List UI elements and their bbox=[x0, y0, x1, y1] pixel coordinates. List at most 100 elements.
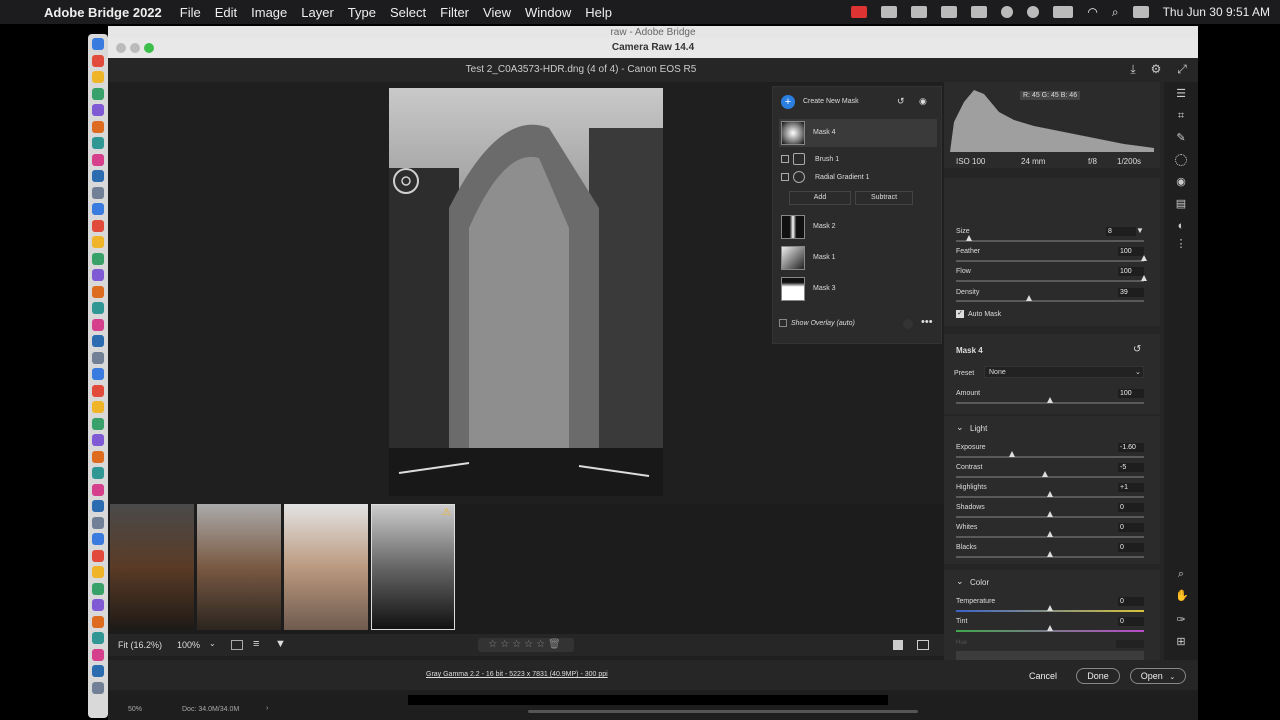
menu-filter[interactable]: Filter bbox=[440, 5, 469, 20]
dock-app-icon[interactable] bbox=[92, 500, 104, 512]
mask-item[interactable]: Mask 1 bbox=[779, 244, 937, 272]
film-thumbnail[interactable] bbox=[110, 504, 194, 630]
dock-app-icon[interactable] bbox=[92, 632, 104, 644]
tint-slider-thumb[interactable] bbox=[1047, 625, 1053, 631]
more-icon[interactable]: ••• bbox=[921, 316, 933, 328]
exposure-value[interactable]: -1.60 bbox=[1118, 443, 1144, 452]
record-icon[interactable] bbox=[851, 6, 868, 18]
shadows-slider-thumb[interactable] bbox=[1047, 511, 1053, 517]
blacks-slider-thumb[interactable] bbox=[1047, 551, 1053, 557]
film-thumbnail-selected[interactable]: ⚠ bbox=[371, 504, 455, 630]
dropbox-icon[interactable] bbox=[941, 6, 958, 18]
control-center-icon[interactable] bbox=[1132, 6, 1149, 18]
dock-app-icon[interactable] bbox=[92, 38, 104, 50]
masking-icon[interactable] bbox=[1175, 154, 1187, 166]
whites-slider-thumb[interactable] bbox=[1047, 531, 1053, 537]
blacks-value[interactable]: 0 bbox=[1118, 543, 1144, 552]
dock-app-icon[interactable] bbox=[92, 269, 104, 281]
zoom-button[interactable] bbox=[144, 43, 154, 53]
flow-slider[interactable] bbox=[956, 280, 1144, 282]
preset-dropdown[interactable]: None ⌄ bbox=[984, 366, 1144, 378]
filter-icon[interactable]: ▼ bbox=[275, 638, 286, 650]
dock-app-icon[interactable] bbox=[92, 71, 104, 83]
dock-app-icon[interactable] bbox=[92, 219, 104, 232]
reset-icon[interactable]: ↺ bbox=[1133, 344, 1141, 355]
wifi-icon[interactable]: ◠ bbox=[1087, 5, 1097, 19]
sampler-icon[interactable]: ✑ bbox=[1175, 614, 1187, 626]
dock-app-icon[interactable] bbox=[92, 368, 104, 380]
dock-app-icon[interactable] bbox=[92, 351, 104, 364]
dock-app-icon[interactable] bbox=[92, 186, 104, 199]
temperature-value[interactable]: 0 bbox=[1118, 597, 1144, 606]
contrast-slider[interactable] bbox=[956, 476, 1144, 478]
dock-app-icon[interactable] bbox=[92, 417, 104, 430]
zoom-tool-icon[interactable]: ⌕ bbox=[1175, 568, 1187, 580]
dock-app-icon[interactable] bbox=[92, 153, 104, 166]
dock-app-icon[interactable] bbox=[92, 648, 104, 661]
dock-app-icon[interactable] bbox=[92, 335, 104, 347]
dock-app-icon[interactable] bbox=[92, 665, 104, 677]
dock-app-icon[interactable] bbox=[92, 54, 104, 67]
feather-value[interactable]: 100 bbox=[1118, 247, 1144, 256]
save-icon[interactable]: ⤓ bbox=[1126, 62, 1140, 76]
sort-icon[interactable]: ≡ bbox=[253, 638, 259, 650]
color-title[interactable]: Color bbox=[970, 578, 989, 587]
size-value[interactable]: 8 bbox=[1106, 227, 1136, 236]
red-eye-icon[interactable]: ◉ bbox=[1175, 176, 1187, 188]
temperature-slider-thumb[interactable] bbox=[1047, 605, 1053, 611]
dock-app-icon[interactable] bbox=[92, 434, 104, 446]
add-button[interactable]: Add bbox=[789, 191, 851, 205]
chevron-down-icon[interactable]: ⌄ bbox=[209, 639, 216, 648]
density-slider-thumb[interactable] bbox=[1026, 295, 1032, 301]
photo-preview[interactable] bbox=[389, 88, 663, 496]
compare-view-icon[interactable] bbox=[917, 640, 929, 650]
dock-app-icon[interactable] bbox=[92, 170, 104, 182]
density-value[interactable]: 39 bbox=[1118, 288, 1144, 297]
filmstrip-view-icon[interactable] bbox=[231, 640, 243, 650]
shadows-value[interactable]: 0 bbox=[1118, 503, 1144, 512]
dock-app-icon[interactable] bbox=[92, 582, 104, 595]
menu-select[interactable]: Select bbox=[390, 5, 426, 20]
gear-icon[interactable]: ⚙ bbox=[1149, 62, 1163, 76]
edit-icon[interactable]: ☰ bbox=[1175, 88, 1187, 100]
undo-icon[interactable]: ↺ bbox=[897, 96, 905, 107]
dock-app-icon[interactable] bbox=[92, 599, 104, 611]
fit-zoom[interactable]: Fit (16.2%) bbox=[118, 640, 162, 650]
dock-app-icon[interactable] bbox=[92, 120, 104, 133]
dock-app-icon[interactable] bbox=[92, 516, 104, 529]
status-icon[interactable] bbox=[881, 6, 898, 18]
size-dropdown-icon[interactable]: ▼ bbox=[1136, 226, 1144, 235]
light-title[interactable]: Light bbox=[970, 424, 987, 433]
app-menu[interactable]: Adobe Bridge 2022 bbox=[44, 5, 162, 20]
subtract-button[interactable]: Subtract bbox=[855, 191, 913, 205]
single-view-icon[interactable] bbox=[893, 640, 903, 650]
show-overlay-checkbox[interactable] bbox=[779, 319, 787, 327]
auto-mask-checkbox[interactable]: ✓ bbox=[956, 310, 964, 318]
battery-icon[interactable] bbox=[1053, 6, 1074, 18]
exposure-slider-thumb[interactable] bbox=[1009, 451, 1015, 457]
minimize-button[interactable] bbox=[130, 43, 140, 53]
menu-file[interactable]: File bbox=[180, 5, 201, 20]
dock-app-icon[interactable] bbox=[92, 566, 104, 578]
dock-app-icon[interactable] bbox=[92, 302, 104, 314]
scrollbar[interactable] bbox=[528, 710, 918, 713]
overlay-color-icon[interactable] bbox=[903, 319, 913, 329]
creative-cloud-icon[interactable] bbox=[911, 6, 928, 18]
whites-value[interactable]: 0 bbox=[1118, 523, 1144, 532]
menu-view[interactable]: View bbox=[483, 5, 511, 20]
clock-icon[interactable] bbox=[1001, 6, 1014, 18]
dock-app-icon[interactable] bbox=[92, 236, 104, 248]
healing-icon[interactable]: ✎ bbox=[1175, 132, 1187, 144]
star-rating[interactable]: ☆☆☆☆☆🗑 bbox=[478, 638, 574, 652]
mask-item[interactable]: Mask 3 bbox=[779, 275, 937, 303]
contrast-slider-thumb[interactable] bbox=[1042, 471, 1048, 477]
amount-slider-thumb[interactable] bbox=[1047, 397, 1053, 403]
size-slider-thumb[interactable] bbox=[966, 235, 972, 241]
create-new-mask[interactable]: Create New Mask bbox=[803, 98, 859, 105]
info-icon[interactable] bbox=[1027, 6, 1040, 18]
dock-app-icon[interactable] bbox=[92, 384, 104, 397]
screenshot-icon[interactable] bbox=[971, 6, 988, 18]
chevron-down-icon[interactable]: ⌄ bbox=[956, 576, 964, 587]
fullscreen-icon[interactable]: ⤢ bbox=[1175, 62, 1189, 76]
tint-value[interactable]: 0 bbox=[1118, 617, 1144, 626]
